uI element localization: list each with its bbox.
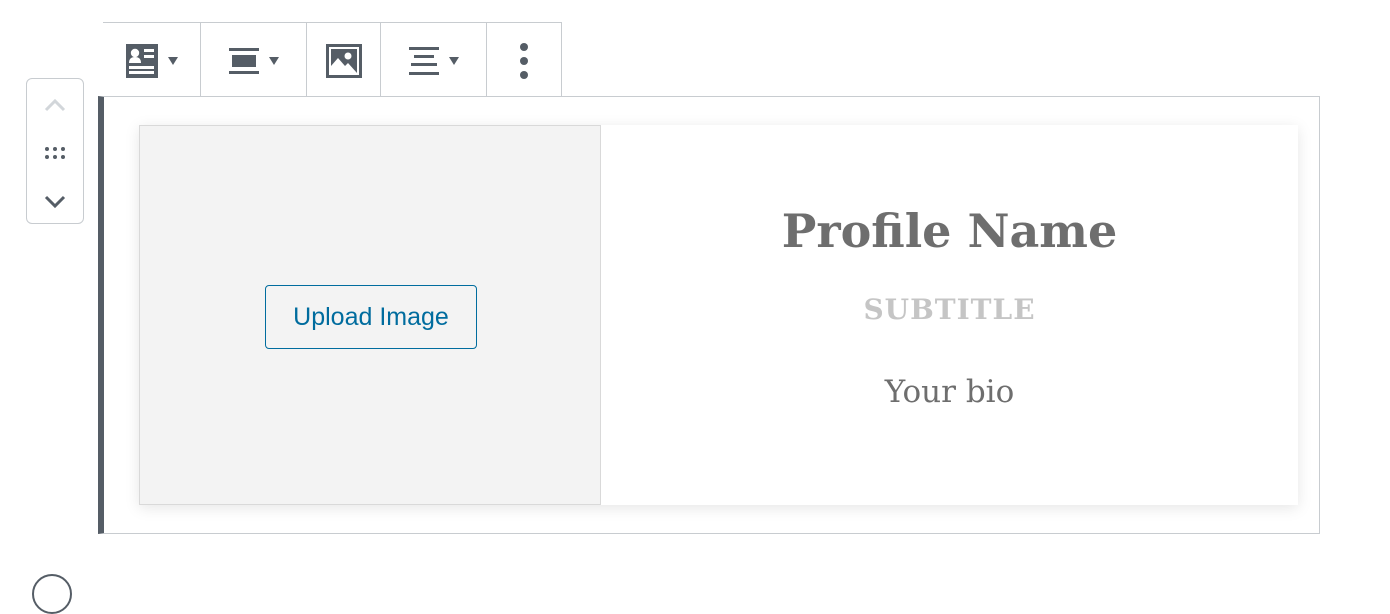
chevron-down-icon bbox=[44, 195, 66, 209]
drag-handle[interactable] bbox=[27, 135, 83, 171]
profile-block[interactable]: Upload Image Profile Name SUBTITLE Your … bbox=[98, 96, 1320, 534]
more-options-button[interactable] bbox=[487, 23, 561, 98]
profile-subtitle-field[interactable]: SUBTITLE bbox=[601, 293, 1298, 327]
edit-image-button[interactable] bbox=[307, 23, 381, 98]
profile-card: Upload Image Profile Name SUBTITLE Your … bbox=[139, 125, 1298, 505]
move-down-button[interactable] bbox=[27, 183, 83, 219]
more-vertical-icon bbox=[520, 42, 528, 79]
chevron-up-icon bbox=[44, 98, 66, 112]
image-icon bbox=[325, 43, 362, 78]
caret-down-icon bbox=[268, 56, 279, 65]
profile-card-icon bbox=[125, 43, 158, 78]
add-block-button[interactable] bbox=[32, 574, 72, 614]
align-wide-icon bbox=[228, 47, 259, 74]
change-text-alignment-button[interactable] bbox=[381, 23, 487, 98]
block-mover bbox=[26, 78, 84, 224]
caret-down-icon bbox=[448, 56, 459, 65]
profile-bio-field[interactable]: Your bio bbox=[601, 373, 1298, 411]
change-alignment-button[interactable] bbox=[201, 23, 307, 98]
caret-down-icon bbox=[167, 56, 178, 65]
profile-content: Profile Name SUBTITLE Your bio bbox=[601, 125, 1298, 505]
drag-handle-icon bbox=[45, 147, 65, 159]
upload-image-button[interactable]: Upload Image bbox=[265, 285, 477, 349]
align-center-icon bbox=[408, 46, 439, 75]
profile-image-placeholder: Upload Image bbox=[139, 125, 601, 505]
block-toolbar bbox=[103, 22, 562, 98]
move-up-button[interactable] bbox=[27, 87, 83, 123]
profile-name-field[interactable]: Profile Name bbox=[601, 203, 1298, 259]
change-block-type-button[interactable] bbox=[103, 23, 201, 98]
